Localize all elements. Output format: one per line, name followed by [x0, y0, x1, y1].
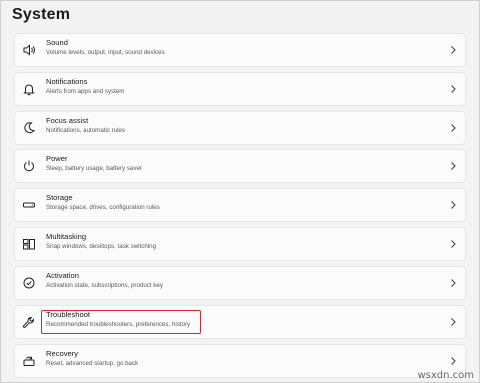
- power-icon: [22, 159, 36, 173]
- chevron-right-icon: [449, 317, 457, 327]
- settings-item-focus-assist[interactable]: Focus assist Notifications, automatic ru…: [14, 111, 466, 145]
- speaker-icon: [22, 43, 36, 57]
- chevron-right-icon: [449, 356, 457, 366]
- item-label: Notifications: [46, 77, 88, 86]
- item-description: Sleep, battery usage, battery saver: [46, 165, 142, 172]
- chevron-right-icon: [449, 84, 457, 94]
- chevron-right-icon: [449, 278, 457, 288]
- item-description: Alerts from apps and system: [46, 88, 125, 95]
- item-label: Power: [46, 154, 68, 163]
- item-description: Reset, advanced startup, go back: [46, 360, 139, 367]
- chevron-right-icon: [449, 200, 457, 210]
- item-label: Focus assist: [46, 116, 89, 125]
- chevron-right-icon: [449, 123, 457, 133]
- settings-item-activation[interactable]: Activation Activation state, subscriptio…: [14, 266, 466, 300]
- settings-item-power[interactable]: Power Sleep, battery usage, battery save…: [14, 149, 466, 183]
- bell-icon: [22, 82, 36, 96]
- settings-item-multitasking[interactable]: Multitasking Snap windows, desktops, tas…: [14, 227, 466, 261]
- settings-item-notifications[interactable]: Notifications Alerts from apps and syste…: [14, 72, 466, 106]
- item-description: Snap windows, desktops, task switching: [46, 243, 157, 250]
- item-label: Sound: [46, 38, 68, 47]
- multitask-icon: [22, 237, 36, 251]
- chevron-right-icon: [449, 239, 457, 249]
- highlight-box: [41, 310, 201, 334]
- settings-item-storage[interactable]: Storage Storage space, drives, configura…: [14, 188, 466, 222]
- item-label: Multitasking: [46, 232, 87, 241]
- page-title: System: [12, 6, 71, 23]
- item-label: Storage: [46, 193, 73, 202]
- item-label: Activation: [46, 271, 79, 280]
- watermark: wsxdn.com: [417, 370, 474, 381]
- moon-icon: [22, 121, 36, 135]
- wrench-icon: [22, 315, 36, 329]
- settings-item-sound[interactable]: Sound Volume levels, output, input, soun…: [14, 33, 466, 67]
- item-description: Notifications, automatic rules: [46, 127, 126, 134]
- chevron-right-icon: [449, 45, 457, 55]
- chevron-right-icon: [449, 161, 457, 171]
- item-description: Storage space, drives, configuration rul…: [46, 204, 160, 211]
- settings-item-recovery[interactable]: Recovery Reset, advanced startup, go bac…: [14, 344, 466, 378]
- drive-icon: [22, 198, 36, 212]
- item-description: Activation state, subscriptions, product…: [46, 282, 163, 289]
- item-description: Volume levels, output, input, sound devi…: [46, 49, 165, 56]
- recovery-icon: [22, 354, 36, 368]
- check-circle-icon: [22, 276, 36, 290]
- item-label: Recovery: [46, 349, 79, 358]
